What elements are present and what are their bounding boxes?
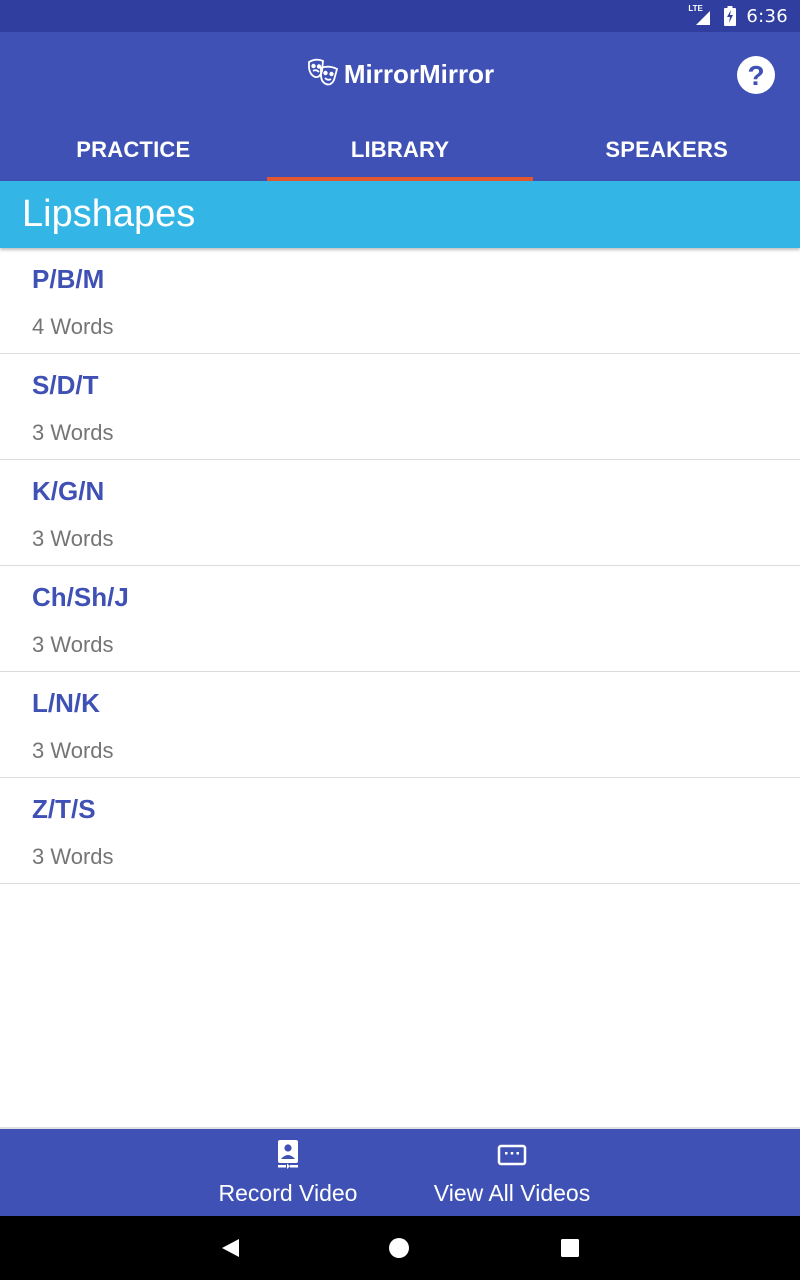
home-button[interactable]	[383, 1232, 415, 1264]
word-count: 3 Words	[32, 738, 114, 763]
app-title-row: MirrorMirror	[0, 32, 800, 118]
help-icon: ?	[747, 59, 765, 91]
tab-practice[interactable]: PRACTICE	[0, 118, 267, 181]
battery-charging-icon	[724, 6, 737, 26]
theater-masks-icon	[306, 56, 340, 90]
list-item[interactable]: K/G/N 3 Words	[0, 460, 800, 566]
bottom-action-bar: Record Video View All Videos	[0, 1127, 800, 1216]
view-all-videos-label: View All Videos	[433, 1180, 591, 1206]
list-item[interactable]: Z/T/S 3 Words	[0, 778, 800, 884]
lipshape-title: P/B/M	[32, 264, 105, 294]
tab-bar: PRACTICE LIBRARY SPEAKERS	[0, 118, 800, 181]
back-icon	[222, 1239, 239, 1257]
view-all-videos-button[interactable]: View All Videos	[428, 1139, 596, 1207]
word-count: 3 Words	[32, 420, 114, 445]
list-item[interactable]: P/B/M 4 Words	[0, 248, 800, 354]
video-library-icon	[497, 1139, 527, 1174]
app-title: MirrorMirror	[343, 58, 495, 89]
word-count: 3 Words	[32, 632, 114, 657]
system-nav-bar	[0, 1216, 800, 1280]
status-bar: LTE 6:36	[0, 0, 800, 32]
lte-signal-icon: LTE	[688, 5, 714, 27]
word-count: 3 Words	[32, 526, 114, 551]
lipshape-title: K/G/N	[32, 476, 105, 506]
word-count: 3 Words	[32, 844, 114, 869]
list-item[interactable]: S/D/T 3 Words	[0, 354, 800, 460]
tab-speakers[interactable]: SPEAKERS	[533, 118, 800, 181]
section-title: Lipshapes	[22, 193, 196, 235]
help-button[interactable]: ?	[737, 56, 775, 94]
word-count: 4 Words	[32, 314, 114, 339]
home-icon	[389, 1238, 409, 1258]
record-video-button[interactable]: Record Video	[215, 1139, 361, 1207]
tab-library[interactable]: LIBRARY	[266, 118, 534, 181]
lipshape-title: L/N/K	[32, 688, 100, 718]
back-button[interactable]	[214, 1232, 246, 1264]
status-time: 6:36	[746, 5, 788, 27]
section-header: Lipshapes	[0, 181, 800, 248]
lipshape-title: S/D/T	[32, 370, 99, 400]
list-item[interactable]: Ch/Sh/J 3 Words	[0, 566, 800, 672]
lipshape-title: Z/T/S	[32, 794, 96, 824]
record-video-icon	[277, 1139, 299, 1174]
app-bar: MirrorMirror ? PRACTICE LIBRARY SPEAKERS	[0, 32, 800, 181]
lipshape-title: Ch/Sh/J	[32, 582, 129, 612]
recents-icon	[561, 1239, 579, 1257]
list-item[interactable]: L/N/K 3 Words	[0, 672, 800, 778]
record-video-label: Record Video	[218, 1180, 358, 1206]
lipshape-list: P/B/M 4 Words S/D/T 3 Words K/G/N 3 Word…	[0, 248, 800, 884]
recents-button[interactable]	[554, 1232, 586, 1264]
